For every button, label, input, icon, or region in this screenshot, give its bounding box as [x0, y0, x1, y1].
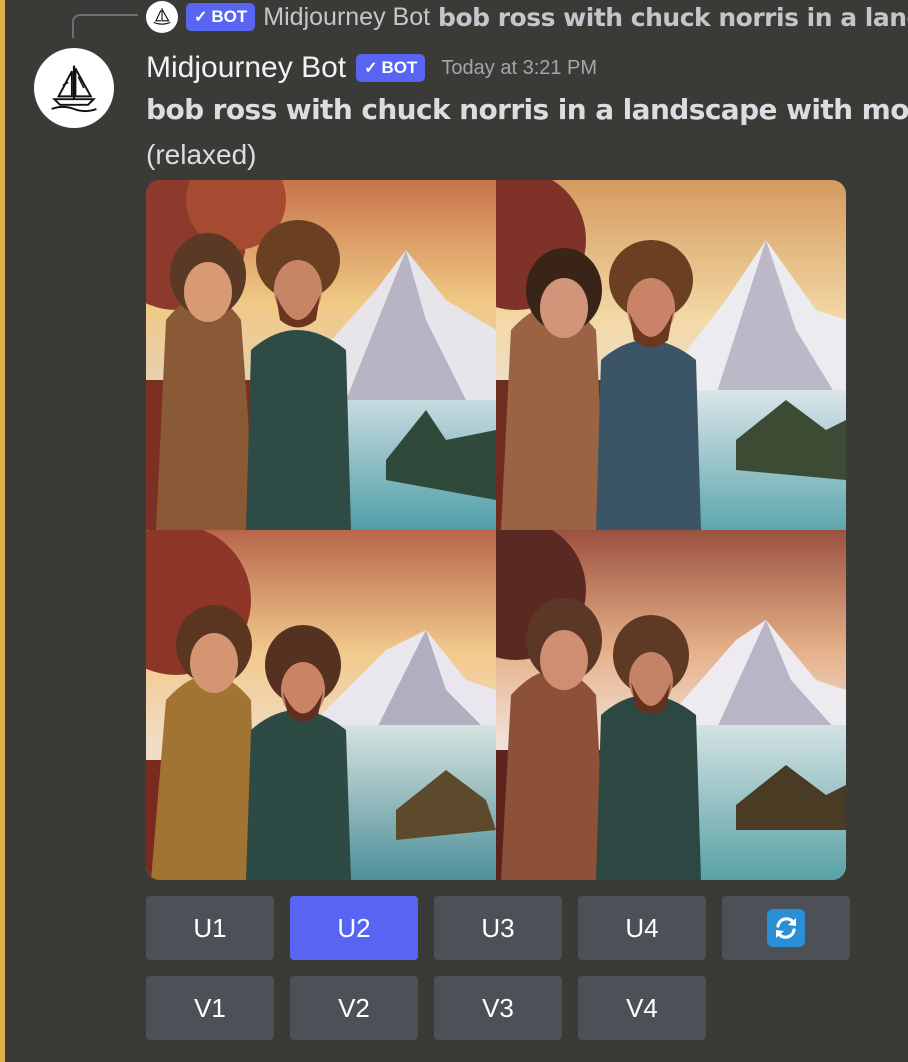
prompt-text: bob ross with chuck norris in a landscap…: [146, 93, 908, 126]
variation-1-button[interactable]: V1: [146, 976, 274, 1040]
grid-image-3[interactable]: [146, 530, 496, 880]
grid-image-4[interactable]: [496, 530, 846, 880]
image-grid[interactable]: [146, 180, 846, 880]
reroll-button[interactable]: [722, 896, 850, 960]
reply-connector: [72, 14, 138, 38]
painting-image: [146, 180, 496, 530]
author-avatar[interactable]: [34, 48, 114, 128]
painting-image: [146, 530, 496, 880]
reply-avatar[interactable]: [146, 1, 178, 33]
reply-reference[interactable]: ✓ BOT Midjourney Bot bob ross with chuck…: [146, 1, 908, 33]
bot-badge-label: BOT: [381, 58, 418, 77]
bot-badge: ✓ BOT: [356, 54, 426, 82]
verified-check-icon: ✓: [364, 60, 378, 77]
author-name[interactable]: Midjourney Bot: [146, 51, 346, 85]
verified-check-icon: ✓: [194, 9, 208, 26]
reply-bot-badge-label: BOT: [211, 7, 248, 26]
message-header: Midjourney Bot ✓ BOT Today at 3:21 PM: [146, 48, 597, 88]
reply-content[interactable]: bob ross with chuck norris in a landscap…: [438, 3, 908, 32]
painting-image: [496, 180, 846, 530]
upscale-2-button[interactable]: U2: [290, 896, 418, 960]
grid-image-1[interactable]: [146, 180, 496, 530]
upscale-3-button[interactable]: U3: [434, 896, 562, 960]
sailboat-icon: [153, 8, 171, 25]
mention-highlight-bar: [0, 0, 5, 1062]
reply-bot-badge: ✓ BOT: [186, 3, 256, 31]
variation-2-button[interactable]: V2: [290, 976, 418, 1040]
variation-4-button[interactable]: V4: [578, 976, 706, 1040]
upscale-4-button[interactable]: U4: [578, 896, 706, 960]
refresh-icon-graphic: [776, 917, 796, 939]
mode-text: (relaxed): [146, 139, 257, 170]
action-buttons: U1 U2 U3 U4 V1 V2 V3 V4: [146, 896, 850, 1040]
painting-image: [496, 530, 846, 880]
reply-author[interactable]: Midjourney Bot: [263, 3, 430, 32]
sailboat-icon: [51, 65, 97, 113]
grid-image-2[interactable]: [496, 180, 846, 530]
timestamp[interactable]: Today at 3:21 PM: [441, 57, 597, 80]
refresh-icon: [767, 909, 805, 947]
upscale-1-button[interactable]: U1: [146, 896, 274, 960]
variation-3-button[interactable]: V3: [434, 976, 562, 1040]
